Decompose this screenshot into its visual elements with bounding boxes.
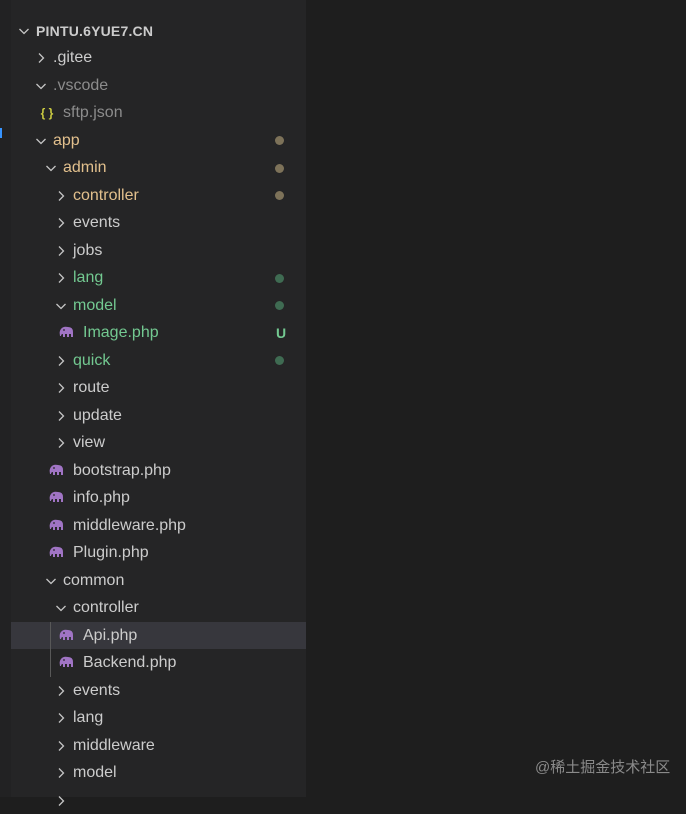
chevron-down-icon[interactable] [45,575,57,587]
item-label: events [73,681,121,699]
item-label: middleware [73,736,155,754]
chevron-right-icon[interactable] [55,685,67,697]
php-elephant-icon [59,629,75,643]
tree-folder[interactable]: admin [11,155,306,182]
php-elephant-icon [49,491,65,505]
tree-file[interactable]: middleware.php [11,512,306,539]
git-status-dot [275,136,284,145]
item-label: bootstrap.php [73,461,171,479]
chevron-down-icon[interactable] [35,80,47,92]
item-label: Plugin.php [73,544,149,561]
php-elephant-icon [49,519,65,533]
tree-folder[interactable]: view [11,430,306,457]
chevron-right-icon[interactable] [55,217,67,229]
tree-folder[interactable]: controller [11,595,306,622]
chevron-right-icon[interactable] [55,355,67,367]
item-label: Api.php [83,626,138,644]
item-label: lang [73,709,104,726]
item-label: PINTU.6YUE7.CN [36,22,154,39]
tree-folder[interactable]: .vscode [11,72,306,99]
git-status-dot [275,301,284,310]
item-label: lang [73,269,104,286]
php-elephant-icon [59,656,75,670]
json-braces-icon: { } [40,106,54,120]
php-elephant-icon [49,464,65,478]
chevron-down-icon[interactable] [18,25,30,37]
item-label: info.php [73,489,130,506]
tree-file[interactable]: Image.php U [11,320,306,347]
item-label: middleware.php [73,516,186,534]
tree-file[interactable]: bootstrap.php [11,457,306,484]
chevron-right-icon[interactable] [55,272,67,284]
git-status-dot [275,191,284,200]
tree-folder[interactable] [11,787,306,814]
git-status-dot [275,163,284,173]
item-label: jobs [73,241,103,259]
explorer-sidebar: PINTU.6YUE7.CN .gitee .vscode { } sftp.json a… [0,0,306,806]
chevron-right-icon[interactable] [55,437,67,449]
tree-file[interactable]: Api.php [11,622,306,649]
php-elephant-icon [49,546,65,560]
item-label: controller [73,599,139,616]
item-label: route [73,379,110,396]
item-label: model [73,296,117,314]
tree-folder[interactable]: route [11,375,306,402]
item-label: Backend.php [83,654,177,671]
chevron-right-icon[interactable] [55,795,67,807]
item-label: quick [73,351,111,369]
tree-file[interactable]: Backend.php [11,650,306,677]
chevron-right-icon[interactable] [55,382,67,394]
git-status-dot [275,356,284,365]
tree-folder[interactable]: .gitee [11,45,306,72]
item-label: controller [73,186,139,204]
tree-file[interactable]: info.php [11,485,306,512]
git-status-dot [275,273,284,283]
tree-folder[interactable]: jobs [11,237,306,264]
tree-folder[interactable]: events [11,677,306,704]
tree-folder[interactable]: app [11,127,306,154]
item-label: model [73,764,117,781]
chevron-down-icon[interactable] [45,162,57,174]
chevron-right-icon[interactable] [55,740,67,752]
explorer-root[interactable]: PINTU.6YUE7.CN [11,17,306,44]
tree-file[interactable]: Plugin.php [11,540,306,567]
php-elephant-icon [59,326,75,340]
chevron-down-icon[interactable] [55,300,67,312]
watermark: @稀土掘金技术社区 [535,759,671,776]
item-label: .vscode [53,76,109,94]
chevron-right-icon[interactable] [55,712,67,724]
item-label: app [53,131,80,149]
tree-file[interactable]: { } sftp.json [11,100,306,127]
item-label: Image.php [83,324,159,341]
tree-folder[interactable]: lang [11,265,306,292]
tree-folder[interactable]: controller [11,182,306,209]
activity-edge [0,0,11,797]
tree-folder[interactable]: lang [11,705,306,732]
chevron-right-icon[interactable] [55,767,67,779]
chevron-right-icon[interactable] [35,52,47,64]
tree-folder[interactable]: model [11,760,306,787]
chevron-right-icon[interactable] [55,410,67,422]
chevron-down-icon[interactable] [55,602,67,614]
tree-folder[interactable]: common [11,567,306,594]
chevron-down-icon[interactable] [35,135,47,147]
chevron-right-icon[interactable] [55,245,67,257]
item-label: update [73,406,122,424]
item-label: sftp.json [63,104,123,121]
indent-guide [50,622,51,677]
tree-folder[interactable]: quick [11,347,306,374]
tree-folder[interactable]: events [11,210,306,237]
tree-folder[interactable]: model [11,292,306,319]
git-status-badge: U [276,325,287,341]
item-label: common [63,571,125,589]
chevron-right-icon[interactable] [55,190,67,202]
tree-folder[interactable]: update [11,402,306,429]
item-label: .gitee [53,49,93,66]
active-indicator [0,128,2,138]
item-label: admin [63,159,107,176]
tree-folder[interactable]: middleware [11,732,306,759]
item-label: events [73,214,121,231]
item-label: view [73,434,106,451]
